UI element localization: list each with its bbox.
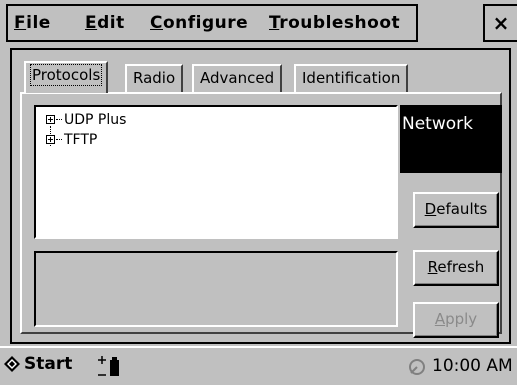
apply-accel: A [434,310,446,328]
menu-file-accel: F [14,13,27,33]
tree-item-label: UDP Plus [64,112,127,128]
menu-configure-label: onfigure [162,13,249,33]
menu-edit[interactable]: Edit [85,13,125,33]
apply-button[interactable]: Apply [413,302,499,338]
menu-edit-accel: E [85,13,98,33]
tab-identification[interactable]: Identification [294,64,409,92]
refresh-accel: R [427,258,438,276]
menu-file[interactable]: File [14,13,51,33]
apply-label: pply [445,310,478,328]
expand-icon[interactable] [46,115,55,124]
tab-identification-label: Identification [302,69,401,87]
tree-item-label: TFTP [64,132,98,148]
menu-troubleshoot[interactable]: Troubleshoot [269,13,400,33]
tab-protocols[interactable]: Protocols [24,61,109,93]
tab-protocols-label: Protocols [29,64,103,86]
tab-radio-label: Radio [133,69,176,87]
tree-connector [56,139,62,140]
battery-icon[interactable] [97,355,127,377]
details-box [34,251,398,327]
defaults-button[interactable]: Defaults [413,192,499,228]
tab-advanced[interactable]: Advanced [192,64,283,92]
tab-radio[interactable]: Radio [125,64,184,92]
clock[interactable]: 10:00 AM [432,356,513,376]
refresh-button[interactable]: Refresh [413,250,499,286]
refresh-label: efresh [437,258,485,276]
tree-connector [56,119,62,120]
start-label: Start [24,354,73,374]
protocol-tree[interactable]: UDP Plus TFTP [34,105,398,239]
tab-advanced-label: Advanced [200,69,275,87]
menu-configure-accel: C [150,13,163,33]
menu-troubleshoot-label: roubleshoot [279,13,401,33]
menu-configure[interactable]: Configure [150,13,248,33]
start-logo-icon [4,356,20,372]
close-button[interactable]: × [483,4,517,42]
defaults-label: efaults [436,200,488,218]
menu-troubleshoot-accel: T [269,13,280,33]
network-label: Network [400,105,502,173]
close-icon: × [492,11,510,35]
defaults-accel: D [424,200,437,218]
network-status-icon[interactable] [408,358,426,376]
menu-edit-label: dit [97,13,125,33]
expand-icon[interactable] [46,135,55,144]
menu-file-label: ile [26,13,51,33]
